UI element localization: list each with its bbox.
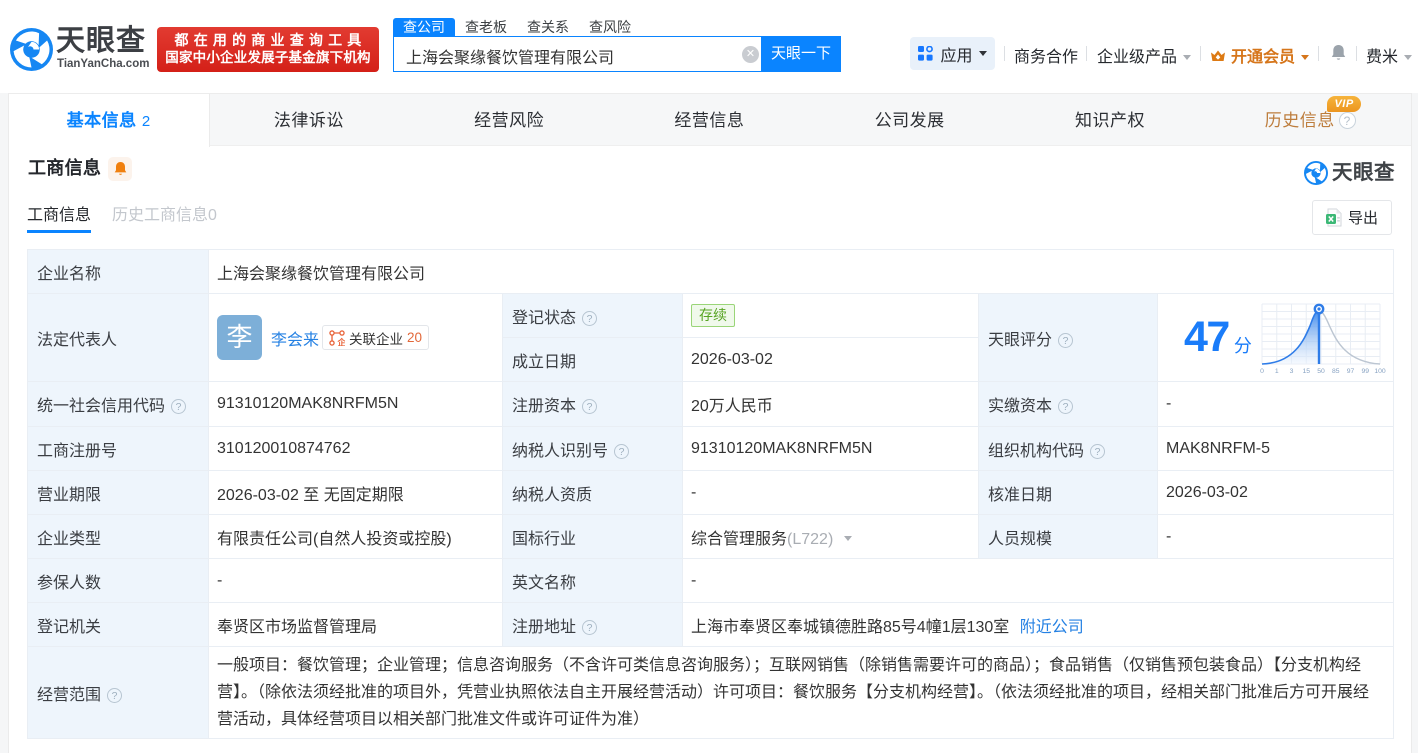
svg-text:3: 3 bbox=[1289, 368, 1293, 375]
svg-text:85: 85 bbox=[1332, 368, 1340, 375]
svg-text:99: 99 bbox=[1361, 368, 1369, 375]
svg-text:企: 企 bbox=[336, 337, 345, 345]
svg-text:100: 100 bbox=[1374, 368, 1386, 375]
svg-text:97: 97 bbox=[1347, 368, 1355, 375]
svg-text:1: 1 bbox=[1275, 368, 1279, 375]
svg-text:15: 15 bbox=[1302, 368, 1310, 375]
svg-text:50: 50 bbox=[1317, 368, 1325, 375]
svg-text:0: 0 bbox=[1260, 368, 1264, 375]
